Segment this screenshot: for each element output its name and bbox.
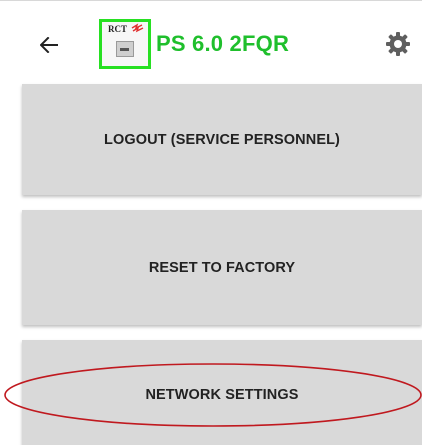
network-settings-button[interactable]: NETWORK SETTINGS	[22, 340, 422, 445]
logo-mark-icon	[131, 23, 144, 33]
reset-to-factory-button[interactable]: RESET TO FACTORY	[22, 210, 422, 325]
arrow-left-icon	[40, 37, 58, 53]
gear-icon	[386, 32, 410, 56]
back-button[interactable]	[34, 27, 64, 63]
inverter-image	[116, 41, 134, 57]
device-logo: RCT	[99, 19, 151, 69]
logout-service-personnel-button[interactable]: LOGOUT (SERVICE PERSONNEL)	[22, 84, 422, 195]
logo-text: RCT	[108, 24, 128, 34]
app-bar: RCT PS 6.0 2FQR	[0, 0, 422, 85]
app-screen: RCT PS 6.0 2FQR LOGOUT (SERVICE PERSONNE…	[0, 0, 422, 445]
network-settings-label: NETWORK SETTINGS	[145, 387, 299, 403]
device-title: PS 6.0 2FQR	[156, 31, 290, 56]
logout-button-label: LOGOUT (SERVICE PERSONNEL)	[104, 131, 340, 148]
settings-button[interactable]	[384, 30, 412, 58]
reset-button-label: RESET TO FACTORY	[148, 259, 296, 276]
